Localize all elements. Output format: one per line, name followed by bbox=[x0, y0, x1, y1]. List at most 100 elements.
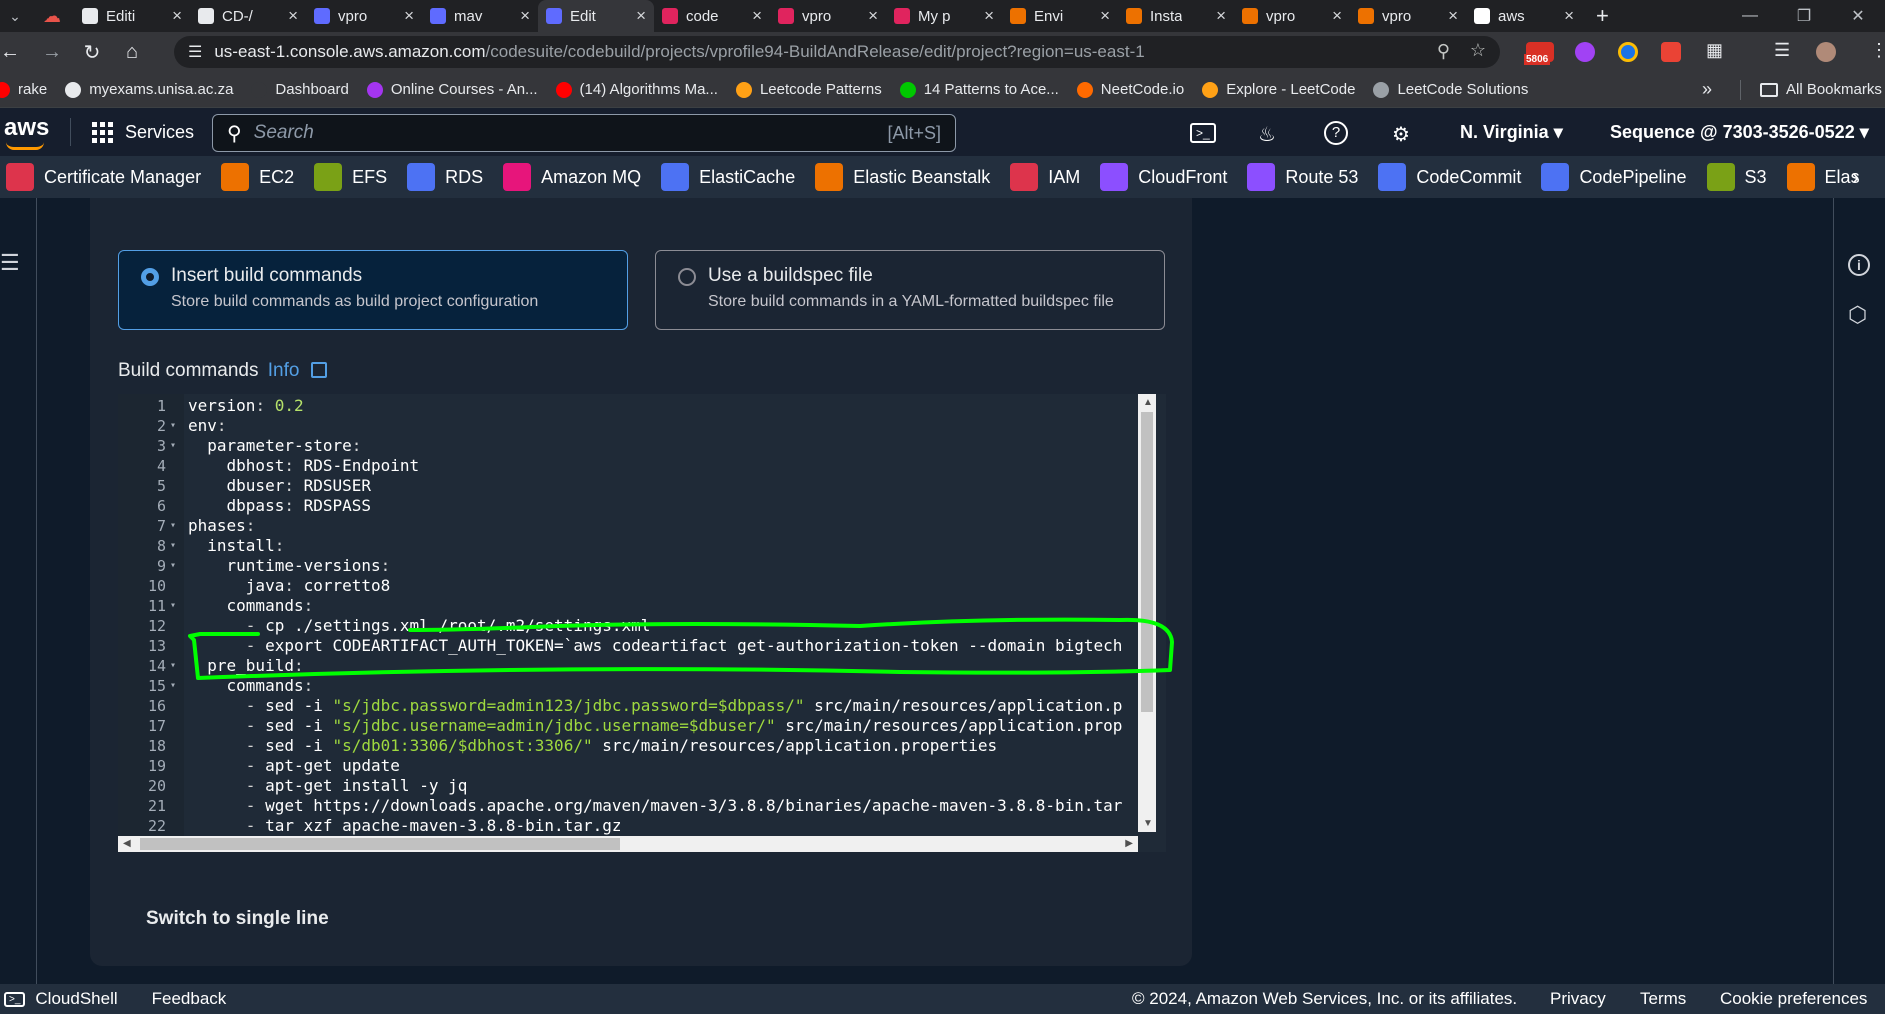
bookmark-item[interactable]: NeetCode.io bbox=[1076, 81, 1184, 98]
browser-tab[interactable]: vpro × bbox=[1234, 0, 1350, 32]
favorite-service-link[interactable]: EC2 bbox=[221, 163, 294, 191]
cloud-tab-icon[interactable]: ☁ bbox=[30, 6, 74, 27]
home-icon[interactable]: ⌂ bbox=[112, 41, 152, 64]
reload-icon[interactable]: ↻ bbox=[72, 40, 112, 65]
tab-close-icon[interactable]: × bbox=[1326, 6, 1342, 26]
info-link[interactable]: Info bbox=[268, 360, 300, 381]
tab-close-icon[interactable]: × bbox=[630, 6, 646, 26]
media-control-icon[interactable]: ☰ bbox=[1774, 40, 1790, 61]
fold-toggle-icon[interactable]: ▾ bbox=[170, 416, 176, 436]
bookmark-item[interactable]: myexams.unisa.ac.za bbox=[65, 81, 233, 98]
editor-vertical-scrollbar[interactable]: ▲ ▼ bbox=[1138, 394, 1156, 832]
notifications-bell-icon[interactable]: ♨ bbox=[1258, 122, 1276, 147]
cloudshell-icon[interactable]: >_ bbox=[1190, 123, 1216, 143]
browser-tab[interactable]: vpro × bbox=[770, 0, 886, 32]
build-commands-editor[interactable]: 1 version: 0.2 2 ▾ env: 3 ▾ parameter-store: 4 … bbox=[118, 394, 1166, 852]
buildspec-file-radio[interactable] bbox=[678, 268, 696, 286]
browser-menu-icon[interactable]: ⋮ bbox=[1870, 40, 1885, 61]
insert-commands-radio[interactable] bbox=[141, 268, 159, 286]
bookmark-item[interactable]: Explore - LeetCode bbox=[1202, 81, 1355, 98]
tab-close-icon[interactable]: × bbox=[166, 6, 182, 26]
region-selector[interactable]: N. Virginia ▾ bbox=[1460, 122, 1563, 143]
aws-search-input[interactable]: ⚲ Search [Alt+S] bbox=[212, 114, 956, 152]
favorite-service-link[interactable]: CodeCommit bbox=[1378, 163, 1521, 191]
cloudshell-footer-icon[interactable]: >_ bbox=[4, 991, 26, 1007]
bookmark-item[interactable]: (14) Algorithms Ma... bbox=[555, 81, 718, 98]
services-menu-button[interactable]: Services bbox=[92, 122, 194, 143]
browser-tab[interactable]: CD-/ × bbox=[190, 0, 306, 32]
external-link-icon[interactable] bbox=[310, 362, 327, 378]
tab-close-icon[interactable]: × bbox=[1094, 6, 1110, 26]
scroll-left-arrow-icon[interactable]: ◀ bbox=[123, 838, 131, 849]
site-info-icon[interactable]: ☰ bbox=[188, 42, 202, 62]
favorite-service-link[interactable]: IAM bbox=[1010, 163, 1080, 191]
extension-icon-red[interactable] bbox=[1661, 42, 1681, 62]
cookie-preferences-link[interactable]: Cookie preferences bbox=[1720, 989, 1867, 1009]
use-buildspec-file-option[interactable]: Use a buildspec file Store build command… bbox=[655, 250, 1165, 330]
tab-close-icon[interactable]: × bbox=[398, 6, 414, 26]
minimize-icon[interactable]: — bbox=[1723, 7, 1777, 25]
feedback-link[interactable]: Feedback bbox=[152, 989, 227, 1009]
favorite-service-link[interactable]: ElastiCache bbox=[661, 163, 795, 191]
tab-search-icon[interactable]: ⌄ bbox=[0, 8, 30, 25]
scroll-up-arrow-icon[interactable]: ▲ bbox=[1143, 397, 1153, 408]
bookmark-item[interactable]: Online Courses - An... bbox=[366, 81, 538, 98]
browser-tab[interactable]: Editi × bbox=[74, 0, 190, 32]
fold-toggle-icon[interactable]: ▾ bbox=[170, 676, 176, 696]
fold-toggle-icon[interactable]: ▾ bbox=[170, 436, 176, 456]
scroll-right-arrow-icon[interactable]: ▶ bbox=[1125, 838, 1133, 849]
tab-close-icon[interactable]: × bbox=[282, 6, 298, 26]
favorite-service-link[interactable]: Certificate Manager bbox=[6, 163, 201, 191]
browser-tab[interactable]: mav × bbox=[422, 0, 538, 32]
vertical-scroll-thumb[interactable] bbox=[1141, 412, 1153, 712]
address-bar[interactable]: ☰ us-east-1.console.aws.amazon.com/codes… bbox=[174, 36, 1500, 68]
forward-icon[interactable]: → bbox=[32, 41, 72, 64]
favorite-service-link[interactable]: CodePipeline bbox=[1541, 163, 1687, 191]
fold-toggle-icon[interactable]: ▾ bbox=[170, 536, 176, 556]
bookmark-item[interactable]: Dashboard bbox=[251, 81, 349, 98]
favorite-service-link[interactable]: Elastic Beanstalk bbox=[815, 163, 990, 191]
browser-tab[interactable]: Insta × bbox=[1118, 0, 1234, 32]
settings-gear-icon[interactable]: ⚙ bbox=[1392, 122, 1410, 147]
bookmark-item[interactable]: Leetcode Patterns bbox=[735, 81, 882, 98]
tab-close-icon[interactable]: × bbox=[514, 6, 530, 26]
bookmark-item[interactable]: 14 Patterns to Ace... bbox=[899, 81, 1059, 98]
help-icon[interactable]: ? bbox=[1324, 121, 1348, 145]
favorite-service-link[interactable]: CloudFront bbox=[1100, 163, 1227, 191]
favorite-service-link[interactable]: EFS bbox=[314, 163, 387, 191]
favorite-service-link[interactable]: Elas bbox=[1786, 163, 1860, 191]
switch-to-single-line-button[interactable]: Switch to single line bbox=[146, 908, 329, 930]
bookmark-star-icon[interactable]: ☆ bbox=[1470, 40, 1486, 61]
insert-build-commands-option[interactable]: Insert build commands Store build comman… bbox=[118, 250, 628, 330]
menu-hamburger-icon[interactable]: ☰ bbox=[0, 250, 20, 276]
extension-icon-blue[interactable] bbox=[1618, 42, 1638, 62]
browser-tab[interactable]: Envi × bbox=[1002, 0, 1118, 32]
zoom-icon[interactable]: ⚲ bbox=[1437, 41, 1450, 62]
tab-close-icon[interactable]: × bbox=[1442, 6, 1458, 26]
tab-close-icon[interactable]: × bbox=[862, 6, 878, 26]
favorite-service-link[interactable]: Route 53 bbox=[1247, 163, 1358, 191]
browser-tab[interactable]: vpro × bbox=[306, 0, 422, 32]
tab-close-icon[interactable]: × bbox=[978, 6, 994, 26]
browser-tab[interactable]: vpro × bbox=[1350, 0, 1466, 32]
back-icon[interactable]: ← bbox=[0, 41, 20, 64]
browser-tab[interactable]: My p × bbox=[886, 0, 1002, 32]
account-menu[interactable]: Sequence @ 7303-3526-0522 ▾ bbox=[1610, 122, 1869, 143]
tab-close-icon[interactable]: × bbox=[1210, 6, 1226, 26]
new-tab-button[interactable]: + bbox=[1596, 3, 1609, 29]
tab-close-icon[interactable]: × bbox=[746, 6, 762, 26]
favorite-service-link[interactable]: Amazon MQ bbox=[503, 163, 641, 191]
aws-logo[interactable]: aws bbox=[4, 114, 49, 150]
all-bookmarks[interactable]: All Bookmarks bbox=[1760, 81, 1882, 98]
fold-toggle-icon[interactable]: ▾ bbox=[170, 596, 176, 616]
fold-toggle-icon[interactable]: ▾ bbox=[170, 556, 176, 576]
extension-icon-purple[interactable] bbox=[1575, 42, 1595, 62]
terms-link[interactable]: Terms bbox=[1640, 989, 1686, 1009]
tab-close-icon[interactable]: × bbox=[1558, 6, 1574, 26]
bookmarks-overflow-icon[interactable]: » bbox=[1702, 79, 1712, 100]
info-panel-icon[interactable]: i bbox=[1848, 254, 1870, 276]
favorite-service-link[interactable]: S3 bbox=[1706, 163, 1767, 191]
favorites-scroll-right-icon[interactable]: › bbox=[1852, 164, 1859, 190]
close-window-icon[interactable]: ✕ bbox=[1831, 6, 1885, 26]
cloudshell-link[interactable]: CloudShell bbox=[35, 989, 117, 1009]
